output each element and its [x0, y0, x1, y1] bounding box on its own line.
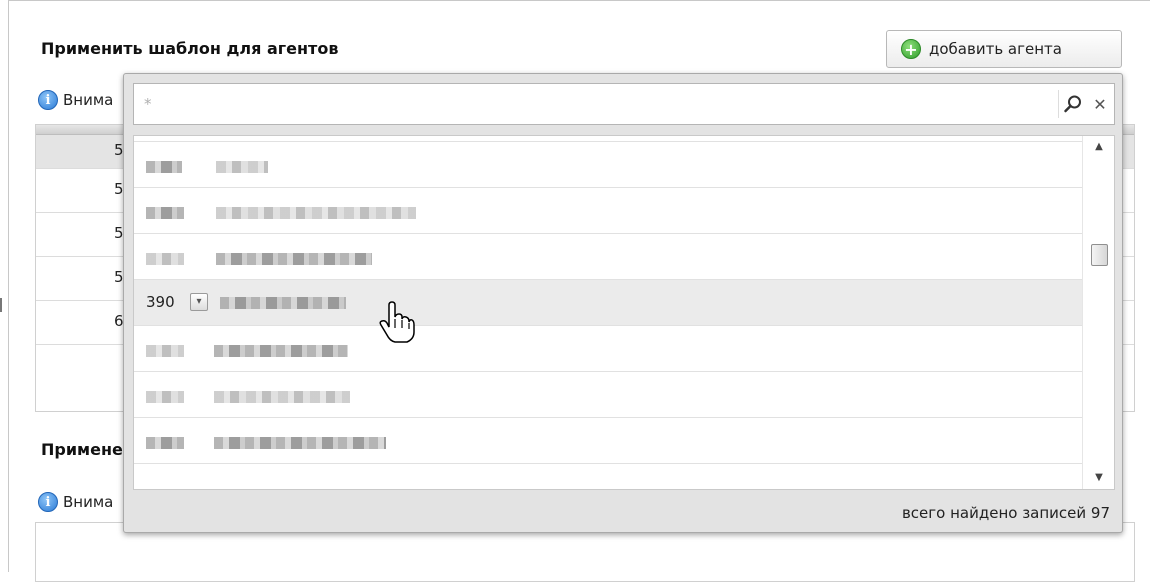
redacted-code: [146, 207, 184, 219]
add-agent-button[interactable]: + добавить агента: [886, 30, 1122, 68]
info-icon: i: [38, 492, 58, 512]
redacted-name: [214, 437, 386, 449]
chevron-down-icon[interactable]: ▾: [190, 293, 208, 311]
section-title-apply-template: Применить шаблон для агентов: [41, 39, 339, 58]
redacted-name: [216, 253, 372, 265]
redacted-name: [220, 297, 346, 309]
search-input[interactable]: [134, 84, 1058, 124]
search-box: ✕: [133, 83, 1115, 125]
records-count: всего найдено записей 97: [901, 504, 1110, 522]
list-item[interactable]: [134, 464, 1084, 489]
results-list: 390 ▾ ▲ ▼: [133, 135, 1115, 490]
list-item[interactable]: [134, 372, 1084, 418]
plus-circle-icon: +: [901, 39, 921, 59]
add-agent-label: добавить агента: [929, 40, 1062, 58]
redacted-name: [216, 207, 416, 219]
info-text: Внима: [63, 91, 114, 109]
redacted-code: [146, 345, 184, 357]
scroll-down-icon[interactable]: ▼: [1083, 467, 1114, 489]
info-notice: i Внима: [38, 90, 113, 110]
redacted-code: [146, 253, 184, 265]
redacted-code: [146, 437, 184, 449]
list-item[interactable]: [134, 234, 1084, 280]
info-icon: i: [38, 90, 58, 110]
vertical-scrollbar[interactable]: ▲ ▼: [1082, 136, 1114, 489]
section-title-second: Примене: [41, 440, 123, 459]
results-items: 390 ▾: [134, 136, 1084, 489]
hand-pointer-icon: [379, 301, 415, 343]
magnifier-icon[interactable]: [1058, 90, 1086, 118]
item-code: 390: [146, 293, 175, 311]
info-text-second: Внима: [63, 493, 114, 511]
redacted-code: [146, 161, 182, 173]
list-item[interactable]: [134, 188, 1084, 234]
list-item[interactable]: [134, 418, 1084, 464]
list-item[interactable]: [134, 326, 1084, 372]
redacted-name: [214, 391, 350, 403]
scroll-up-icon[interactable]: ▲: [1083, 136, 1114, 158]
scroll-thumb[interactable]: [1091, 244, 1108, 266]
list-item[interactable]: [134, 142, 1084, 188]
redacted-name: [216, 161, 268, 173]
redacted-code: [146, 391, 184, 403]
splitter-handle[interactable]: [0, 298, 6, 312]
list-item-hovered[interactable]: 390 ▾: [134, 280, 1084, 326]
close-icon[interactable]: ✕: [1086, 90, 1114, 118]
info-notice-second: i Внима: [38, 492, 113, 512]
redacted-name: [214, 345, 348, 357]
agent-picker-dropdown[interactable]: ✕ 390 ▾: [123, 73, 1123, 533]
